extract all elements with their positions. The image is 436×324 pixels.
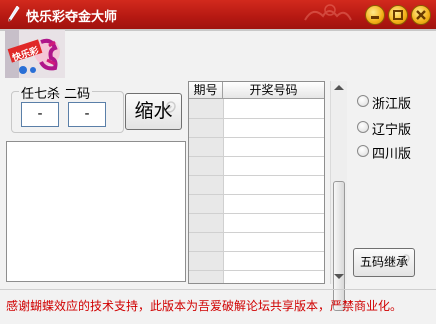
grid-row-line xyxy=(189,137,324,138)
draw-results-grid[interactable]: 期号 开奖号码 xyxy=(188,81,325,284)
version-label: 四川版 xyxy=(372,147,412,162)
cloud-pattern-icon xyxy=(304,4,352,21)
grid-row-line xyxy=(189,156,324,157)
title-separator xyxy=(0,29,436,31)
kill-code-field-1[interactable]: - xyxy=(21,102,59,127)
grid-row-line xyxy=(189,175,324,176)
footer-notice: 感谢蝴蝶效应的技术支持，此版本为吾爱破解论坛共享版本，严禁商业化。 xyxy=(6,299,403,313)
shrink-button[interactable]: 缩水 xyxy=(125,93,182,130)
grid-header: 期号 开奖号码 xyxy=(189,82,324,99)
footer-divider xyxy=(0,289,436,290)
radio-button-icon[interactable] xyxy=(357,145,369,157)
swirl-icon xyxy=(398,254,410,264)
main-window: 快乐彩夺金大师 快乐彩 任七杀 二码 - - 缩水 期号 开奖号码 浙江版 辽宁… xyxy=(0,0,436,324)
grid-row-line xyxy=(189,194,324,195)
grid-column-divider xyxy=(223,99,224,283)
version-label: 浙江版 xyxy=(372,97,412,112)
version-label: 辽宁版 xyxy=(372,123,412,138)
grid-row-line xyxy=(189,213,324,214)
radio-button-icon[interactable] xyxy=(357,121,369,133)
app-icon xyxy=(8,6,20,22)
radio-button-icon[interactable] xyxy=(357,95,369,107)
scrollbar-thumb[interactable] xyxy=(333,181,345,311)
grid-row-line xyxy=(189,251,324,252)
window-title: 快乐彩夺金大师 xyxy=(26,10,118,25)
swirl-icon xyxy=(162,101,176,113)
close-button[interactable] xyxy=(411,5,431,25)
five-code-inherit-button[interactable]: 五码继承 xyxy=(353,248,415,277)
grid-scrollbar[interactable] xyxy=(330,81,347,311)
column-header-period[interactable]: 期号 xyxy=(189,82,223,99)
grid-row-line xyxy=(189,118,324,119)
column-header-numbers[interactable]: 开奖号码 xyxy=(223,82,324,99)
maximize-icon xyxy=(393,10,403,20)
minimize-icon xyxy=(371,16,379,19)
maximize-button[interactable] xyxy=(388,5,408,25)
result-textarea[interactable] xyxy=(6,141,186,282)
title-bar: 快乐彩夺金大师 xyxy=(0,0,436,29)
row-header-column xyxy=(189,99,223,283)
kill-code-field-2[interactable]: - xyxy=(68,102,106,127)
minimize-button[interactable] xyxy=(365,5,385,25)
kill-group-title: 任七杀 二码 xyxy=(19,83,93,102)
scroll-up-icon[interactable] xyxy=(334,85,344,90)
scroll-down-icon[interactable] xyxy=(334,274,344,279)
grid-row-line xyxy=(189,232,324,233)
close-icon xyxy=(416,10,426,20)
grid-row-line xyxy=(189,270,324,271)
app-logo: 快乐彩 xyxy=(5,30,65,78)
